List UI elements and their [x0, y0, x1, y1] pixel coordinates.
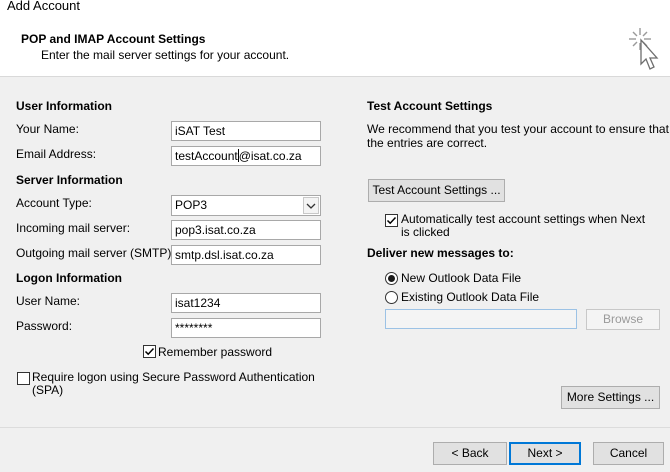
- header-title: POP and IMAP Account Settings: [21, 32, 206, 46]
- logon-information-heading: Logon Information: [16, 271, 122, 285]
- account-type-select[interactable]: POP3: [171, 195, 321, 216]
- incoming-server-input[interactable]: pop3.isat.co.za: [171, 220, 321, 240]
- email-text-before-cursor: testAccount: [175, 149, 238, 163]
- auto-test-label[interactable]: Automatically test account settings when…: [401, 213, 645, 239]
- footer-divider: [0, 427, 670, 428]
- new-data-file-radio[interactable]: [385, 272, 398, 285]
- auto-test-checkbox[interactable]: [385, 214, 398, 227]
- user-name-input[interactable]: isat1234: [171, 293, 321, 313]
- test-description: We recommend that you test your account …: [367, 122, 669, 150]
- next-button[interactable]: Next >: [509, 442, 581, 465]
- back-button[interactable]: < Back: [433, 442, 507, 465]
- spa-label[interactable]: Require logon using Secure Password Auth…: [32, 371, 315, 397]
- more-settings-button[interactable]: More Settings ...: [561, 386, 660, 409]
- email-text-after-cursor: @isat.co.za: [238, 149, 302, 163]
- test-account-settings-heading: Test Account Settings: [367, 99, 493, 113]
- window-title: Add Account: [7, 0, 80, 13]
- magic-wand-cursor-icon: [629, 28, 659, 70]
- checkmark-icon: [144, 347, 155, 356]
- spa-checkbox[interactable]: [17, 372, 30, 385]
- incoming-server-label: Incoming mail server:: [16, 221, 131, 235]
- existing-data-file-radio[interactable]: [385, 291, 398, 304]
- checkmark-icon: [386, 216, 397, 225]
- radio-selected-dot: [388, 275, 395, 282]
- deliver-messages-heading: Deliver new messages to:: [367, 246, 514, 260]
- email-address-input[interactable]: testAccount@isat.co.za: [171, 146, 321, 166]
- password-label: Password:: [16, 319, 73, 333]
- user-name-label: User Name:: [16, 294, 81, 308]
- data-file-path-input[interactable]: [385, 309, 577, 329]
- email-address-label: Email Address:: [16, 147, 97, 161]
- remember-password-label[interactable]: Remember password: [158, 345, 272, 359]
- browse-button[interactable]: Browse: [586, 309, 660, 330]
- dialog-header: POP and IMAP Account Settings Enter the …: [0, 16, 670, 77]
- new-data-file-label[interactable]: New Outlook Data File: [401, 271, 521, 285]
- title-bar: Add Account: [0, 0, 670, 16]
- account-type-value: POP3: [175, 198, 208, 212]
- user-information-heading: User Information: [16, 99, 113, 113]
- password-input[interactable]: ********: [171, 318, 321, 338]
- your-name-input[interactable]: iSAT Test: [171, 121, 321, 141]
- cancel-button[interactable]: Cancel: [593, 442, 664, 465]
- server-information-heading: Server Information: [16, 173, 123, 187]
- account-type-label: Account Type:: [16, 196, 92, 210]
- your-name-label: Your Name:: [16, 122, 79, 136]
- existing-data-file-label[interactable]: Existing Outlook Data File: [401, 290, 539, 304]
- chevron-down-icon[interactable]: [303, 197, 319, 214]
- test-account-settings-button[interactable]: Test Account Settings ...: [368, 179, 505, 202]
- outgoing-server-input[interactable]: smtp.dsl.isat.co.za: [171, 245, 321, 265]
- remember-password-checkbox[interactable]: [143, 345, 156, 358]
- outgoing-server-label: Outgoing mail server (SMTP):: [16, 246, 175, 260]
- header-subtitle: Enter the mail server settings for your …: [41, 48, 290, 62]
